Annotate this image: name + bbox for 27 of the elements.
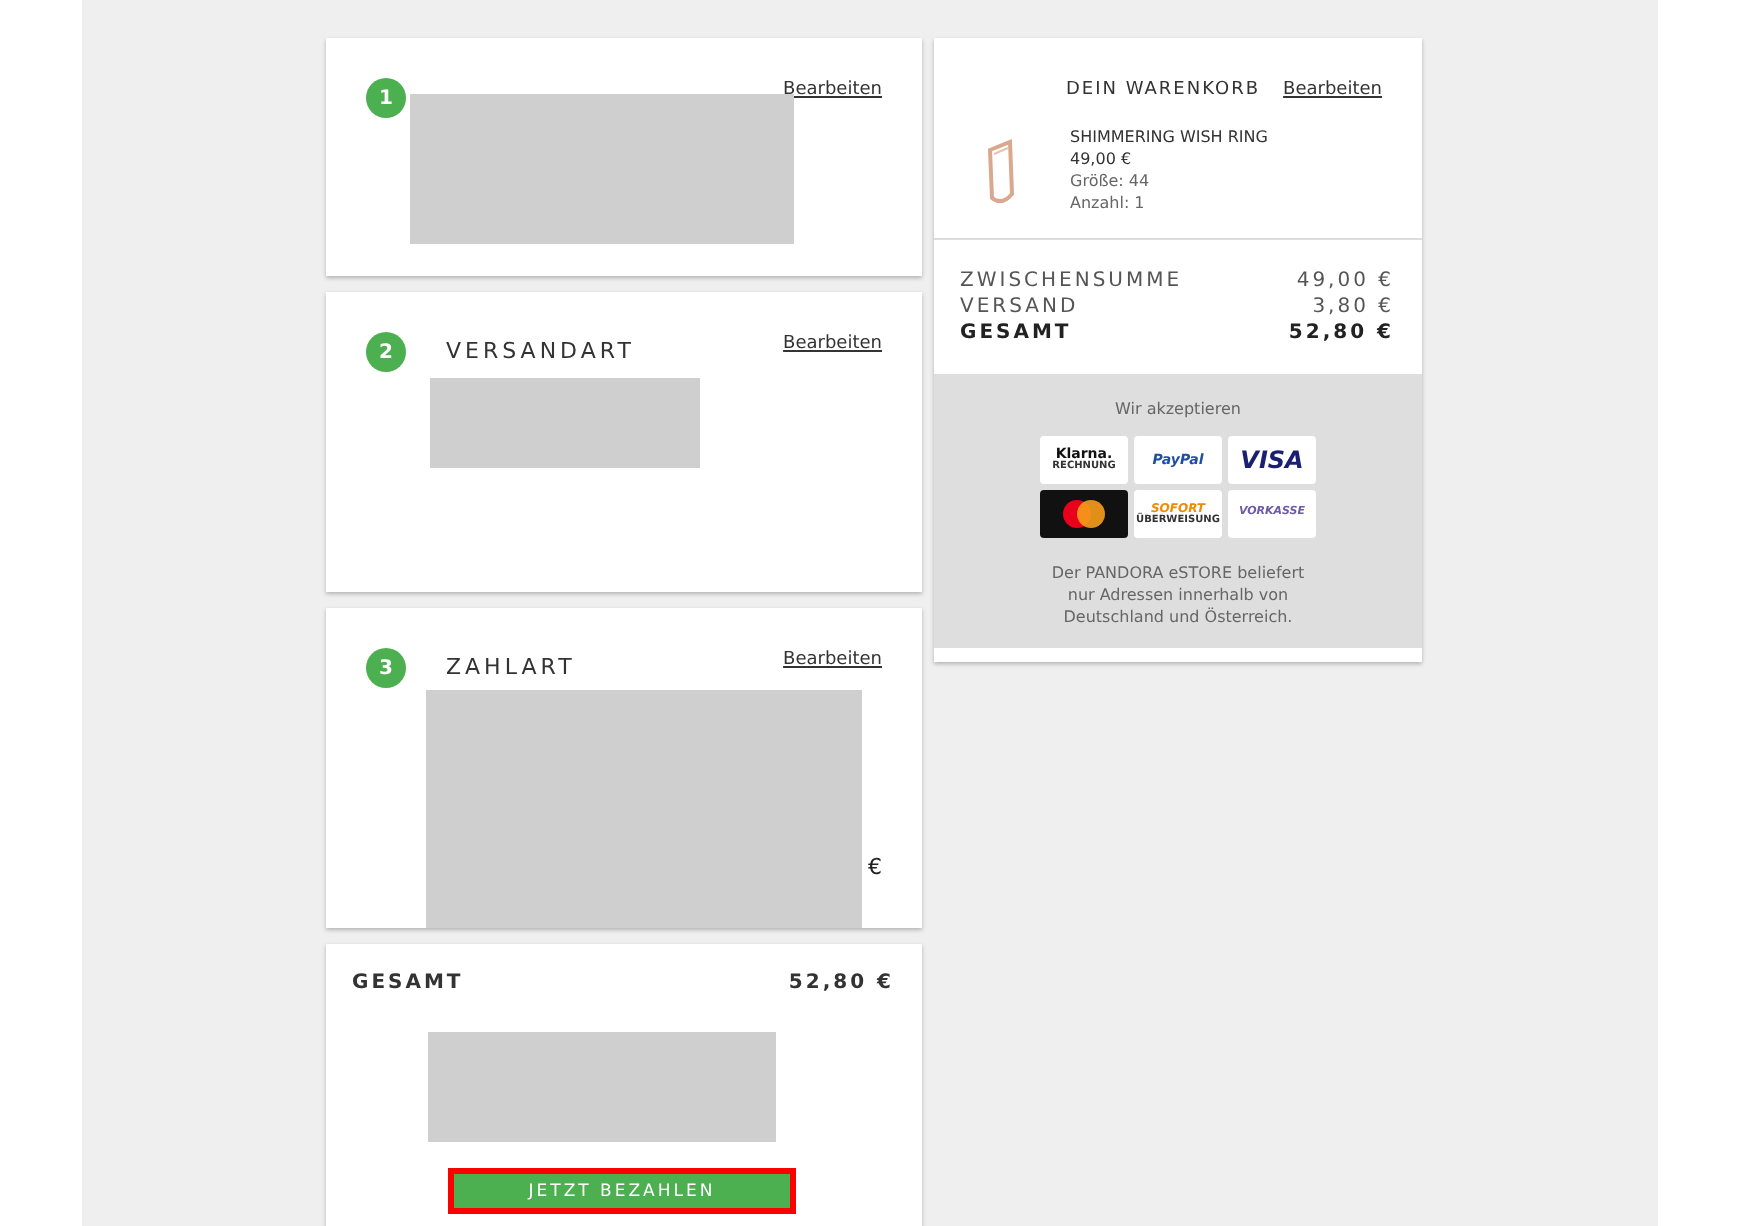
product-size: Größe: 44 [1070,172,1150,190]
product-quantity: Anzahl: 1 [1070,194,1145,212]
step-number-badge: 2 [366,332,406,372]
step-number-badge: 3 [366,648,406,688]
edit-link[interactable]: Bearbeiten [783,80,882,100]
summary-label: VERSAND [960,294,1079,320]
edit-link[interactable]: Bearbeiten [783,650,882,670]
product-name: SHIMMERING WISH RING [1070,128,1268,146]
summary-label: GESAMT [960,320,1072,346]
delivery-note: Der PANDORA eSTORE beliefert nur Adressen innerhalb von Deutschland und Österreich. [1049,562,1307,628]
total-value: 52,80 € [788,972,894,994]
summary-value: 52,80 € [1288,320,1394,346]
summary-value: 3,80 € [1312,294,1394,320]
cart-title: DEIN WARENKORB [1066,80,1261,100]
step-title: ZAHLART [446,654,576,680]
step-number-badge: 1 [366,78,406,118]
payment-heading: Wir akzeptieren [1115,398,1241,420]
product-price: 49,00 € [1070,150,1132,168]
step-title: VERSANDART [446,338,635,364]
visa-logo: VISA [1228,436,1316,484]
currency-symbol: € [868,854,882,880]
mastercard-logo [1040,490,1128,538]
summary-label: ZWISCHENSUMME [960,268,1183,294]
edit-link[interactable]: Bearbeiten [1283,80,1382,100]
total-label: GESAMT [352,972,464,994]
edit-link[interactable]: Bearbeiten [783,334,882,354]
summary-value: 49,00 € [1296,268,1394,294]
